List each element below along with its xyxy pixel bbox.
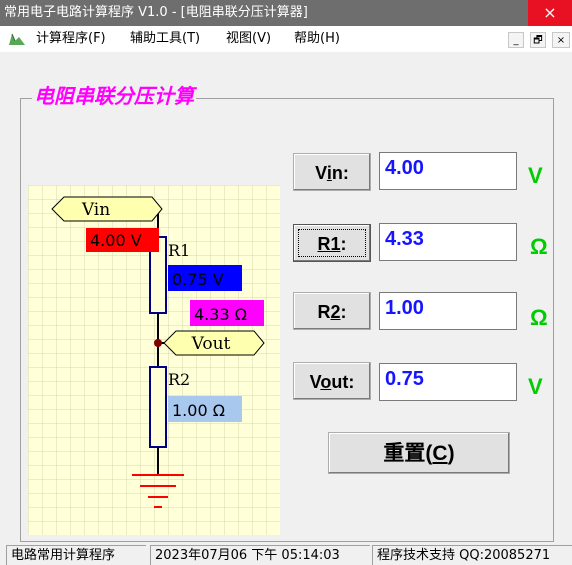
r2-resistance: 1.00 Ω bbox=[172, 401, 225, 420]
vout-node bbox=[154, 339, 162, 347]
panel-title: 电阻串联分压计算 bbox=[32, 84, 196, 108]
menu-bar: 计算程序(F) 辅助工具(T) 视图(V) 帮助(H) _ 🗗 × bbox=[0, 26, 572, 52]
r1-field[interactable]: 4.33 bbox=[379, 223, 517, 261]
title-bar: 常用电子电路计算程序 V1.0 - [电阻串联分压计算器] × bbox=[0, 0, 572, 26]
divider-schematic: Vin 4.00 V R1 0.75 V 4.33 Ω Vout R2 1.00… bbox=[28, 185, 280, 535]
status-datetime: 2023年07月06 下午 05:14:03 bbox=[150, 545, 370, 565]
vin-button[interactable]: Vin: bbox=[293, 153, 371, 191]
r1-button-label-post: : bbox=[340, 234, 347, 254]
vout-button-label-post: ut: bbox=[331, 372, 355, 392]
menu-help[interactable]: 帮助(H) bbox=[294, 26, 340, 52]
vin-unit: V bbox=[528, 163, 543, 188]
r2-resistor bbox=[149, 366, 167, 448]
vout-tag-label: Vout bbox=[191, 334, 231, 354]
vin-button-label-post: n: bbox=[331, 163, 349, 183]
reset-label-pre: 重置( bbox=[383, 442, 433, 465]
r1-button-label-ul: R1 bbox=[317, 234, 341, 254]
r2-button[interactable]: R2: bbox=[293, 292, 371, 330]
mdi-close-button[interactable]: × bbox=[552, 32, 570, 48]
close-button[interactable]: × bbox=[528, 0, 572, 26]
reset-button[interactable]: 重置(C) bbox=[328, 432, 510, 474]
r1-voltage: 0.75 V bbox=[172, 270, 224, 289]
r2-name: R2 bbox=[168, 370, 190, 389]
client-area: 电阻串联分压计算 Vin 4.00 V R1 0.75 V 4.33 Ω Vou… bbox=[0, 52, 572, 542]
vin-value: 4.00 V bbox=[90, 231, 142, 250]
status-support: 程序技术支持 QQ:20085271 bbox=[372, 545, 572, 565]
r2-button-label-pre: R bbox=[317, 302, 331, 322]
menu-calc-programs[interactable]: 计算程序(F) bbox=[36, 26, 106, 52]
status-app-name: 电路常用计算程序 bbox=[6, 545, 146, 565]
vout-field[interactable]: 0.75 bbox=[379, 363, 517, 401]
r1-button[interactable]: R1: bbox=[293, 224, 371, 262]
vout-button-label-pre: V bbox=[309, 372, 321, 392]
r2-field[interactable]: 1.00 bbox=[379, 292, 517, 330]
mdi-restore-button[interactable]: 🗗 bbox=[530, 32, 546, 48]
vout-unit: V bbox=[528, 374, 543, 399]
r2-unit: Ω bbox=[530, 305, 548, 330]
mdi-minimize-button[interactable]: _ bbox=[508, 32, 524, 48]
vin-tag-label: Vin bbox=[81, 200, 110, 220]
menu-tools[interactable]: 辅助工具(T) bbox=[130, 26, 200, 52]
r2-button-label-post: : bbox=[340, 302, 347, 322]
menu-view[interactable]: 视图(V) bbox=[226, 26, 271, 52]
window-title: 常用电子电路计算程序 V1.0 - [电阻串联分压计算器] bbox=[4, 5, 308, 20]
r1-name: R1 bbox=[168, 241, 190, 260]
vin-field[interactable]: 4.00 bbox=[379, 152, 517, 190]
status-bar: 电路常用计算程序 2023年07月06 下午 05:14:03 程序技术支持 Q… bbox=[0, 542, 572, 565]
reset-label-ul: C bbox=[432, 442, 448, 465]
r1-unit: Ω bbox=[530, 234, 548, 259]
reset-label-post: ) bbox=[447, 442, 455, 465]
r1-resistance: 4.33 Ω bbox=[194, 305, 247, 324]
r2-button-label-ul: 2 bbox=[330, 302, 341, 322]
vout-button-label-ul: o bbox=[320, 372, 332, 392]
vin-button-label-pre: V bbox=[315, 163, 327, 183]
vout-button[interactable]: Vout: bbox=[293, 362, 371, 400]
